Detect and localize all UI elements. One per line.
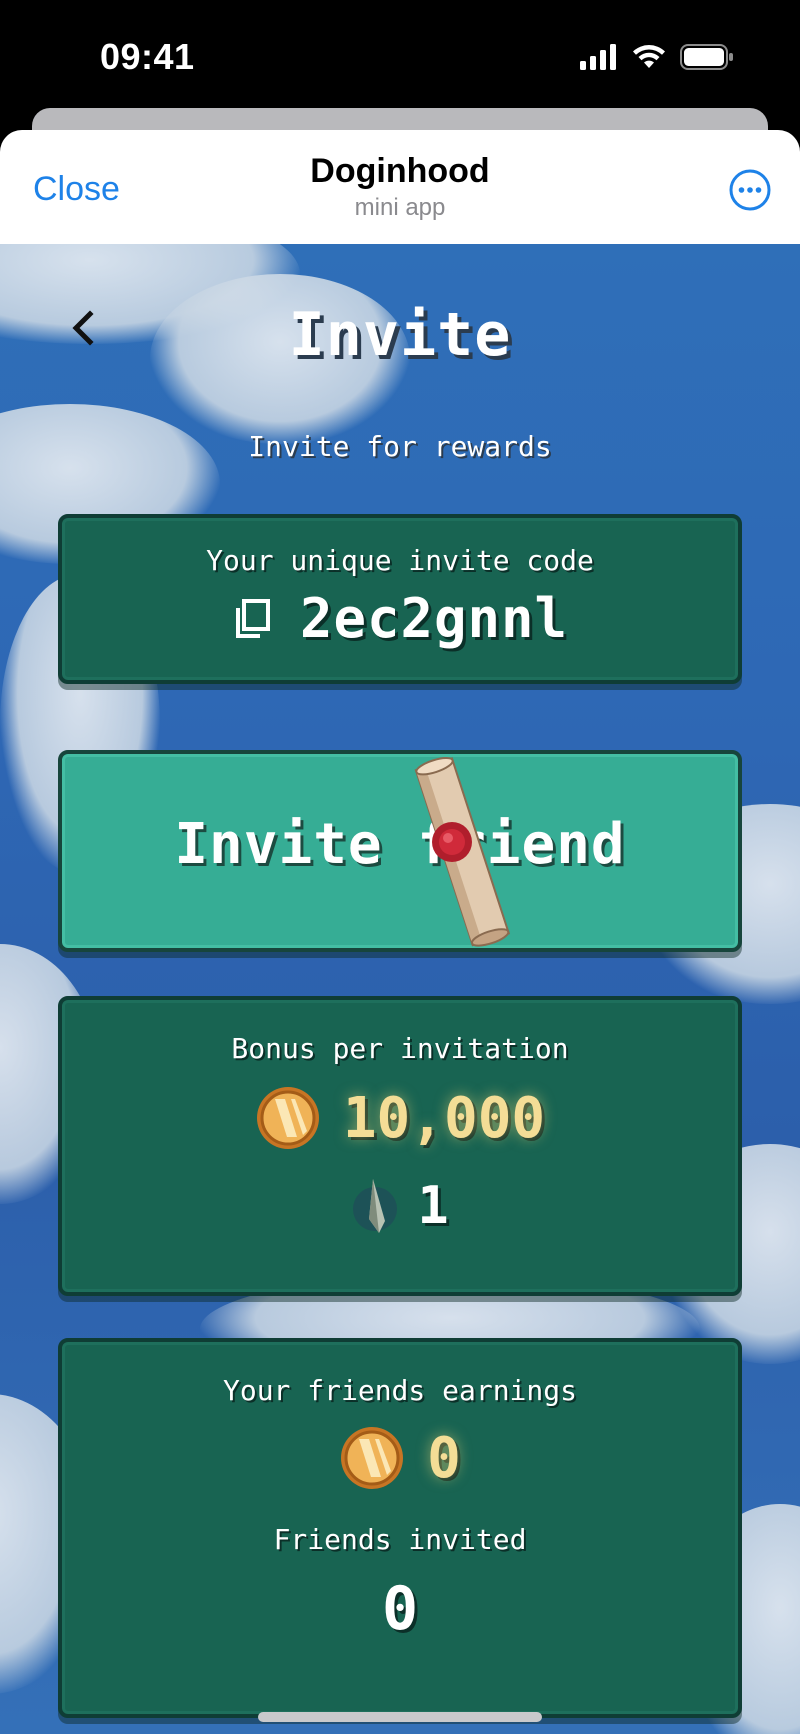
invite-code-value[interactable]: 2ec2gnnl [300, 587, 568, 650]
invite-friend-button[interactable]: Invite friend [58, 750, 742, 952]
friends-panel: Your friends earnings 0 Friends invited … [58, 1338, 742, 1718]
invite-code-label: Your unique invite code [206, 544, 594, 577]
bonus-coins-value: 10,000 [342, 1085, 546, 1151]
arrow-icon [353, 1179, 398, 1233]
status-time: 09:41 [100, 36, 195, 77]
bonus-arrow-row: 1 [62, 1175, 738, 1237]
friends-earnings-row: 0 [62, 1425, 738, 1491]
friends-earnings-value: 0 [427, 1425, 461, 1491]
more-options-icon[interactable] [728, 168, 772, 212]
scroll-icon [414, 757, 511, 947]
app-title: Doginhood [310, 152, 490, 190]
app-subtitle: mini app [354, 194, 446, 221]
coin-icon [256, 1087, 319, 1149]
signal-icon [580, 44, 616, 70]
status-bar: 09:41 [0, 0, 800, 110]
bonus-panel: Bonus per invitation 10,000 1 [58, 996, 742, 1296]
page-title: Invite [288, 300, 512, 370]
invite-page: Invite Invite for rewards Your unique in… [0, 244, 800, 1734]
friends-invited-count: 0 [381, 1574, 419, 1644]
friends-invited-label: Friends invited [273, 1523, 527, 1556]
copy-icon[interactable] [232, 598, 272, 640]
battery-icon [680, 44, 733, 70]
bonus-label: Bonus per invitation [231, 1032, 569, 1065]
page-subtitle: Invite for rewards [248, 430, 552, 463]
bonus-arrows-value: 1 [417, 1176, 449, 1236]
bonus-coin-row: 10,000 [62, 1085, 738, 1151]
status-icons [580, 44, 734, 70]
friends-earnings-label: Your friends earnings [222, 1374, 577, 1407]
mini-app-header: Close Doginhood mini app [0, 130, 800, 244]
coin-icon [341, 1427, 404, 1489]
invite-code-row[interactable]: 2ec2gnnl [62, 587, 738, 650]
invite-code-panel: Your unique invite code 2ec2gnnl [58, 514, 742, 684]
home-indicator [258, 1712, 542, 1722]
wifi-icon [633, 45, 665, 68]
